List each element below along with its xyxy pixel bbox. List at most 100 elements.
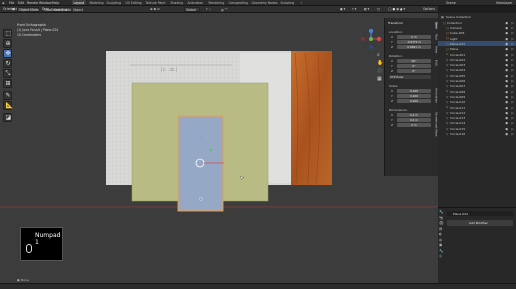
visibility-eye-icon[interactable]: ◉ (505, 95, 508, 99)
dimension-z-field[interactable]: 0 m (397, 122, 431, 127)
add-modifier-button[interactable]: Add Modifier (447, 220, 513, 226)
tab-scripting[interactable]: Scripting (279, 0, 296, 5)
rotation-z-field[interactable]: 0° (397, 68, 431, 73)
options-button[interactable]: Options (423, 7, 435, 11)
tab-sculpting[interactable]: Sculpting (105, 0, 122, 5)
tool-rotate[interactable]: ↻ (3, 59, 12, 68)
visibility-eye-icon[interactable]: ◉ (505, 63, 508, 67)
tool-annotate[interactable]: ✎ (3, 91, 12, 100)
render-camera-icon[interactable]: ▷ (512, 95, 514, 99)
tab-layout[interactable]: Layout (72, 0, 86, 6)
render-camera-icon[interactable]: ▷ (512, 31, 514, 35)
navigation-gizmo[interactable] (360, 28, 382, 50)
proportional-edit-icon[interactable]: ◎ ⌒ (221, 7, 228, 12)
editor-type-icon[interactable]: ▣ (12, 7, 15, 11)
tool-cursor[interactable]: ⊕ (3, 39, 12, 48)
view-layer-selector[interactable]: ViewLayer (496, 1, 512, 5)
object-name-field[interactable]: Plane.024 (447, 211, 513, 216)
visibility-eye-icon[interactable]: ◉ (505, 132, 508, 136)
scale-x-field[interactable]: 0.100 (397, 88, 431, 93)
render-camera-icon[interactable]: ▷ (512, 84, 514, 88)
render-camera-icon[interactable]: ▷ (512, 79, 514, 83)
add-workspace-icon[interactable]: + (300, 1, 303, 5)
ortho-toggle-icon[interactable]: ▦ (377, 75, 383, 83)
tab-compositing[interactable]: Compositing (227, 0, 249, 5)
visibility-eye-icon[interactable]: ◉ (505, 53, 508, 57)
transform-section-header[interactable]: Transform (388, 21, 403, 25)
tab-uv-editing[interactable]: UV Editing (124, 0, 143, 5)
tool-add-cube[interactable]: ◪ (3, 113, 12, 122)
tool-props-icon[interactable]: 🔧 (439, 210, 444, 216)
visibility-eye-icon[interactable]: ◉ (505, 106, 508, 110)
render-camera-icon[interactable]: ▷ (512, 26, 514, 30)
render-camera-icon[interactable]: ▷ (512, 100, 514, 104)
dimension-x-field[interactable]: 0.2 m (397, 112, 431, 117)
render-camera-icon[interactable]: ▷ (512, 68, 514, 72)
menu-object[interactable]: Object (73, 8, 83, 12)
visibility-eye-icon[interactable]: ◉ (505, 84, 508, 88)
transform-orientation-dropdown[interactable]: Global (184, 7, 200, 12)
tab-rendering[interactable]: Rendering (207, 0, 226, 5)
visibility-eye-icon[interactable]: ◉ (505, 79, 508, 83)
render-camera-icon[interactable]: ▷ (512, 116, 514, 120)
scale-y-field[interactable]: 0.100 (397, 93, 431, 98)
visibility-icon[interactable]: ◉ ▾ (340, 7, 345, 11)
visibility-eye-icon[interactable]: ◉ (505, 74, 508, 78)
blender-logo-icon[interactable]: ◈ (2, 1, 4, 5)
visibility-eye-icon[interactable]: ◉ (505, 26, 508, 30)
menu-file[interactable]: File (9, 1, 14, 5)
outliner-item[interactable]: ▽ Circle.016 ◉ ▷ (438, 131, 516, 136)
output-props-icon[interactable]: 🖨 (439, 221, 444, 227)
menu-add[interactable]: Add (65, 8, 71, 12)
rotation-x-field[interactable]: 90° (397, 58, 431, 63)
tool-select-box[interactable]: ⬚ (3, 29, 12, 38)
pan-icon[interactable]: ✋ (377, 59, 383, 67)
tab-texture-paint[interactable]: Texture Paint (144, 0, 167, 5)
menu-edit[interactable]: Edit (18, 1, 24, 5)
render-camera-icon[interactable]: ▷ (512, 42, 514, 46)
render-camera-icon[interactable]: ▷ (512, 111, 514, 115)
tool-move[interactable]: ✥ (3, 49, 12, 58)
visibility-eye-icon[interactable]: ◉ (505, 21, 508, 25)
overlay-icon[interactable]: ◐ ▾ (364, 7, 369, 11)
render-camera-icon[interactable]: ▷ (512, 58, 514, 62)
visibility-eye-icon[interactable]: ◉ (505, 100, 508, 104)
zoom-icon[interactable]: ⌕ (377, 51, 383, 59)
tab-modeling[interactable]: Modeling (88, 0, 105, 5)
mode-dropdown[interactable]: Object Mode (17, 7, 39, 12)
visibility-eye-icon[interactable]: ◉ (505, 90, 508, 94)
menu-render[interactable]: Render (27, 1, 38, 5)
render-camera-icon[interactable]: ▷ (512, 106, 514, 110)
tab-animation[interactable]: Animation (186, 0, 205, 5)
camera-view-icon[interactable]: 🎥 (377, 67, 383, 75)
visibility-eye-icon[interactable]: ◉ (505, 37, 508, 41)
tool-measure[interactable]: 📐 (3, 101, 13, 110)
render-camera-icon[interactable]: ▷ (512, 63, 514, 67)
tool-transform[interactable]: ⊞ (3, 79, 12, 88)
scene-selector[interactable]: Scene (446, 1, 456, 5)
visibility-eye-icon[interactable]: ◉ (505, 116, 508, 120)
render-camera-icon[interactable]: ▷ (512, 90, 514, 94)
render-camera-icon[interactable]: ▷ (512, 53, 514, 57)
location-z-field[interactable]: 0.0691 m (397, 44, 431, 49)
render-camera-icon[interactable]: ▷ (512, 37, 514, 41)
pivot-icon[interactable]: ⊕ ⊞ ⊙ (150, 7, 160, 11)
visibility-eye-icon[interactable]: ◉ (505, 68, 508, 72)
rotation-mode-dropdown[interactable]: XYZ Euler (389, 75, 431, 80)
visibility-eye-icon[interactable]: ◉ (505, 42, 508, 46)
tool-scale[interactable]: ⤡ (3, 69, 12, 78)
snap-icon[interactable]: ⌖ ∴ (206, 7, 211, 11)
rotation-y-field[interactable]: 0° (397, 63, 431, 68)
visibility-eye-icon[interactable]: ◉ (505, 31, 508, 35)
physics-props-icon[interactable]: ◎ (439, 254, 444, 260)
shading-modes-icon[interactable]: ◯ ● ◑ ◕ ▾ (388, 7, 405, 11)
menu-view[interactable]: View (44, 8, 51, 12)
render-camera-icon[interactable]: ▷ (512, 121, 514, 125)
3d-viewport[interactable]: |⊏ ⊐⊏| Front Orthographic (1) Juno Ficus… (0, 13, 438, 289)
tab-shading[interactable]: Shading (169, 0, 185, 5)
visibility-eye-icon[interactable]: ◉ (505, 111, 508, 115)
render-camera-icon[interactable]: ▷ (512, 21, 514, 25)
render-camera-icon[interactable]: ▷ (512, 127, 514, 131)
render-camera-icon[interactable]: ▷ (512, 74, 514, 78)
menu-select[interactable]: Select (54, 8, 64, 12)
